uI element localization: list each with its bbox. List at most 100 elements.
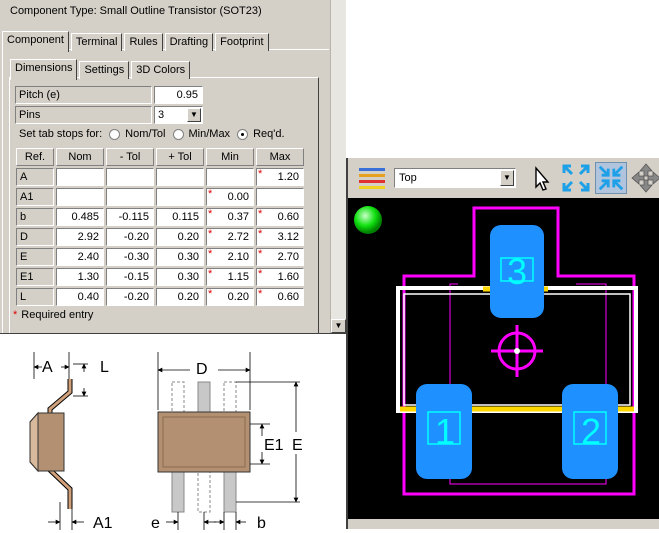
zoom-fit-icon[interactable] [595, 162, 627, 194]
tab-dimensions[interactable]: Dimensions [10, 59, 78, 80]
plus-tol-input[interactable]: 0.20 [156, 288, 204, 306]
nom-input[interactable]: 2.92 [56, 228, 104, 246]
plus-tol-value: 0.20 [177, 291, 199, 303]
pitch-input[interactable]: 0.95 [154, 86, 203, 104]
plus-tol-input[interactable]: 0.115 [156, 208, 204, 226]
minus-tol-input[interactable]: -0.30 [106, 248, 154, 266]
pad-2[interactable]: 2 [562, 384, 618, 479]
origin-crosshair-icon [491, 325, 543, 377]
nom-value: 1.30 [77, 271, 99, 283]
footprint-canvas[interactable]: 3 1 2 [348, 198, 659, 529]
max-input[interactable]: * 3.12 [256, 228, 304, 246]
min-value: 1.15 [227, 271, 249, 283]
zoom-extents-icon[interactable] [560, 162, 592, 194]
plus-tol-input[interactable]: 0.30 [156, 268, 204, 286]
nom-value: 2.40 [77, 251, 99, 263]
max-input[interactable] [256, 188, 304, 206]
col-header-plus-tol: + Tol [156, 148, 204, 166]
row-ref-label: b [16, 208, 54, 226]
side-body-face [29, 411, 39, 473]
dim-label-a: A [42, 359, 53, 376]
pointer-icon[interactable] [526, 162, 558, 194]
radio-reqd-label[interactable]: Req'd. [253, 128, 284, 140]
chevron-down-icon[interactable]: ▼ [187, 108, 201, 122]
max-input[interactable]: * 1.60 [256, 268, 304, 286]
minus-tol-input[interactable] [106, 168, 154, 186]
min-input[interactable]: * 2.72 [206, 228, 254, 246]
required-star-icon: * [258, 248, 263, 260]
tab-rules[interactable]: Rules [124, 33, 163, 51]
tab-3d-colors[interactable]: 3D Colors [131, 61, 191, 79]
col-header-min: Min [206, 148, 254, 166]
radio-reqd[interactable] [237, 128, 249, 140]
row-ref-label: D [16, 228, 54, 246]
tab-stops-group: Set tab stops for: Nom/Tol Min/Max Req'd… [19, 128, 285, 140]
lead-bottom-left [171, 471, 185, 513]
pad-1[interactable]: 1 [416, 384, 472, 479]
table-row: D 2.92 -0.20 0.20 * 2.72 * 3.12 [16, 228, 304, 246]
nom-input[interactable] [56, 188, 104, 206]
vertical-scrollbar[interactable]: ▼ [330, 0, 346, 333]
minus-tol-input[interactable] [106, 188, 154, 206]
minus-tol-value: -0.20 [123, 291, 149, 303]
chevron-down-icon[interactable]: ▼ [500, 170, 514, 186]
tab-component[interactable]: Component [2, 31, 69, 52]
min-input[interactable]: * 0.00 [206, 188, 254, 206]
pins-dropdown[interactable]: 3 ▼ [154, 106, 203, 124]
minus-tol-input[interactable]: -0.15 [106, 268, 154, 286]
nom-value: 0.40 [77, 291, 99, 303]
tab-footprint[interactable]: Footprint [215, 33, 269, 51]
min-input[interactable] [206, 168, 254, 186]
col-header-max: Max [256, 148, 304, 166]
min-input[interactable]: * 0.37 [206, 208, 254, 226]
plus-tol-input[interactable]: 0.20 [156, 228, 204, 246]
nom-input[interactable]: 2.40 [56, 248, 104, 266]
component-dialog: Component Type: Small Outline Transistor… [0, 0, 346, 333]
sub-tab-row: Dimensions Settings 3D Colors [10, 58, 192, 80]
nom-input[interactable]: 1.30 [56, 268, 104, 286]
radio-min-max-label[interactable]: Min/Max [189, 128, 231, 140]
layer-select-value: Top [399, 172, 417, 184]
max-value: 0.60 [277, 291, 299, 303]
table-row: A * 1.20 [16, 168, 304, 186]
nom-input[interactable] [56, 168, 104, 186]
min-value: 0.20 [227, 291, 249, 303]
layers-icon[interactable] [356, 162, 388, 194]
tab-drafting[interactable]: Drafting [164, 33, 214, 51]
tab-settings[interactable]: Settings [79, 61, 130, 79]
max-value: 3.12 [277, 231, 299, 243]
tab-terminal[interactable]: Terminal [70, 33, 123, 51]
min-input[interactable]: * 2.10 [206, 248, 254, 266]
pan-icon[interactable] [630, 162, 659, 194]
min-input[interactable]: * 0.20 [206, 288, 254, 306]
minus-tol-input[interactable]: -0.20 [106, 288, 154, 306]
radio-nom-tol-label[interactable]: Nom/Tol [125, 128, 165, 140]
scroll-down-arrow-icon[interactable]: ▼ [331, 319, 346, 333]
nom-input[interactable]: 0.40 [56, 288, 104, 306]
max-input[interactable]: * 1.20 [256, 168, 304, 186]
max-input[interactable]: * 0.60 [256, 288, 304, 306]
radio-min-max[interactable] [172, 128, 184, 140]
row-ref-label: E1 [16, 268, 54, 286]
min-input[interactable]: * 1.15 [206, 268, 254, 286]
row-ref-label: A [16, 168, 54, 186]
min-value: 2.10 [227, 251, 249, 263]
min-value: 0.00 [227, 191, 249, 203]
plus-tol-input[interactable] [156, 168, 204, 186]
lead-outline-bottom-center [197, 471, 211, 513]
radio-nom-tol[interactable] [109, 128, 121, 140]
max-input[interactable]: * 2.70 [256, 248, 304, 266]
dim-label-b: b [257, 515, 266, 530]
layer-select[interactable]: Top ▼ [394, 168, 516, 188]
max-input[interactable]: * 0.60 [256, 208, 304, 226]
nom-input[interactable]: 0.485 [56, 208, 104, 226]
min-value: 2.72 [227, 231, 249, 243]
pad-3[interactable]: 3 [490, 225, 544, 318]
plus-tol-input[interactable]: 0.30 [156, 248, 204, 266]
pins-value: 3 [158, 109, 165, 121]
required-star-icon: * [258, 208, 263, 220]
plus-tol-input[interactable] [156, 188, 204, 206]
minus-tol-input[interactable]: -0.115 [106, 208, 154, 226]
minus-tol-input[interactable]: -0.20 [106, 228, 154, 246]
minus-tol-value: -0.30 [123, 251, 149, 263]
